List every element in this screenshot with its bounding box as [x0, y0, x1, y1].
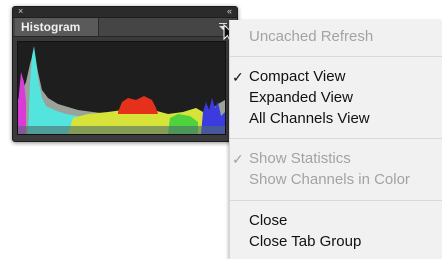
- histogram-floor: [18, 126, 225, 134]
- menu-separator: [230, 56, 442, 57]
- menu-item-close-tab-group[interactable]: Close Tab Group: [230, 232, 442, 252]
- menu-item-all-channels-view[interactable]: All Channels View: [230, 109, 442, 129]
- menu-item-label: Uncached Refresh: [249, 28, 374, 45]
- checkmark-icon: ✓: [232, 69, 244, 85]
- panel-flyout-menu: Uncached Refresh ✓ Compact View Expanded…: [229, 20, 442, 259]
- histogram-svg: [18, 46, 225, 134]
- menu-item-show-statistics[interactable]: ✓ Show Statistics: [230, 149, 442, 169]
- histogram-magenta-area: [18, 72, 26, 134]
- histogram-panel: × « Histogram: [12, 6, 238, 142]
- menu-item-label: Compact View: [249, 68, 346, 85]
- close-icon[interactable]: ×: [18, 6, 23, 16]
- menu-item-label: Show Statistics: [249, 150, 351, 167]
- tab-bar: Histogram: [13, 18, 237, 37]
- menu-item-label: Close Tab Group: [249, 233, 362, 250]
- menu-item-uncached-refresh[interactable]: Uncached Refresh: [230, 27, 442, 47]
- menu-separator: [230, 200, 442, 201]
- panel-titlebar[interactable]: × «: [13, 6, 237, 18]
- menu-item-label: All Channels View: [249, 110, 370, 127]
- menu-item-label: Show Channels in Color: [249, 171, 410, 188]
- tab-histogram[interactable]: Histogram: [15, 18, 99, 36]
- menu-item-label: Close: [249, 212, 288, 229]
- histogram-red-area: [118, 96, 158, 114]
- checkmark-icon: ✓: [232, 151, 244, 167]
- menu-item-compact-view[interactable]: ✓ Compact View: [230, 67, 442, 87]
- menu-separator: [230, 138, 442, 139]
- menu-item-show-channels-in-color[interactable]: Show Channels in Color: [230, 170, 442, 190]
- menu-item-close[interactable]: Close: [230, 211, 442, 231]
- menu-item-expanded-view[interactable]: Expanded View: [230, 88, 442, 108]
- menu-item-label: Expanded View: [249, 89, 353, 106]
- histogram-graph: [17, 41, 226, 135]
- collapse-icon[interactable]: «: [227, 6, 232, 16]
